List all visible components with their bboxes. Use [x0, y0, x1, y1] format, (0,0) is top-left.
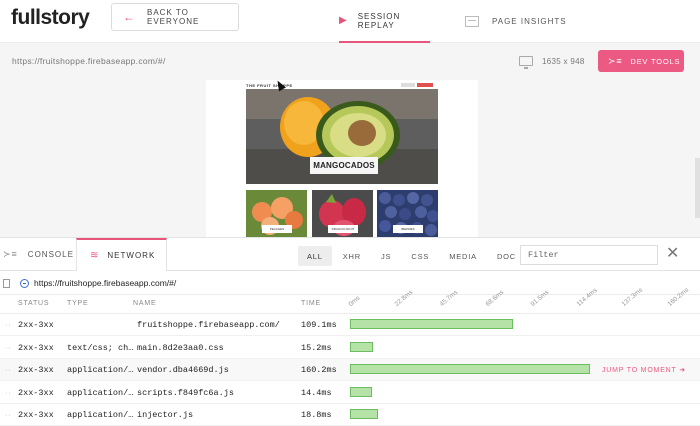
row-grip-icon: ··: [5, 322, 12, 329]
request-type-filters: ALL XHR JS CSS MEDIA DOC: [298, 246, 525, 266]
tab-session-replay[interactable]: ▶ SESSION REPLAY: [339, 0, 430, 43]
column-header-time[interactable]: TIME: [301, 300, 321, 307]
thumb-berries: BERRIES: [377, 190, 438, 237]
column-header-type[interactable]: TYPE: [67, 300, 88, 307]
request-name: injector.js: [137, 410, 194, 421]
filter-xhr[interactable]: XHR: [334, 246, 370, 266]
close-devtools-icon[interactable]: ✕: [666, 246, 679, 262]
hero-label: MANGOCADOS: [310, 157, 378, 174]
row-grip-icon: ··: [5, 367, 12, 375]
top-header: fullstory ← BACK TO EVERYONE ▶ SESSION R…: [0, 0, 700, 43]
tab-console-label: CONSOLE: [27, 250, 74, 259]
request-type: application/…: [67, 365, 133, 376]
row-grip-icon: ··: [5, 412, 12, 420]
timeline-axis: 0ms 22.8ms 45.7ms 68.6ms 91.5ms 114.4ms 137.3m…: [348, 287, 700, 312]
request-time: 18.8ms: [301, 410, 332, 421]
replay-viewport: THE FRUIT SHOPPE MANGOCADOS PEACHES DRAG…: [0, 78, 700, 237]
row-grip-icon: ··: [5, 344, 12, 352]
request-time: 14.4ms: [301, 387, 332, 398]
request-name: fruitshoppe.firebaseapp.com/: [137, 320, 280, 330]
collapse-icon[interactable]: [20, 279, 29, 288]
dev-tools-button[interactable]: ≻≡ DEV TOOLS: [598, 50, 684, 72]
site-nav: [401, 82, 437, 88]
request-status: 2xx-3xx: [18, 320, 54, 330]
page-insights-icon: [465, 16, 479, 27]
tab-console[interactable]: ≻≡ CONSOLE: [3, 238, 74, 271]
request-time: 15.2ms: [301, 342, 332, 353]
row-grip-icon: ··: [5, 389, 12, 397]
document-url: https://fruitshoppe.firebaseapp.com/#/: [34, 278, 177, 288]
request-name: main.8d2e3aa0.css: [137, 342, 224, 353]
devtools-tab-bar: ≻≡ CONSOLE ≋ NETWORK ALL XHR JS CSS MEDI…: [0, 238, 700, 271]
play-icon: ▶: [339, 15, 348, 26]
request-waterfall-bar[interactable]: [350, 386, 372, 397]
request-status: 2xx-3xx: [18, 410, 54, 421]
page-url: https://fruitshoppe.firebaseapp.com/#/: [12, 56, 166, 66]
tab-network-label: NETWORK: [107, 251, 156, 260]
request-status: 2xx-3xx: [18, 342, 54, 353]
request-row[interactable]: ·· 2xx-3xx application/… injector.js 18.8ms: [0, 404, 700, 426]
thumb-label-peaches: PEACHES: [262, 225, 292, 233]
request-waterfall-bar[interactable]: [350, 364, 590, 375]
request-type: application/…: [67, 410, 133, 421]
jump-to-moment-link[interactable]: JUMP TO MOMENT ➜: [602, 366, 686, 374]
request-waterfall-bar[interactable]: [350, 409, 379, 420]
thumb-label-berries: BERRIES: [393, 225, 423, 233]
request-status: 2xx-3xx: [18, 365, 54, 376]
filter-all[interactable]: ALL: [298, 246, 332, 266]
request-status: 2xx-3xx: [18, 387, 54, 398]
request-row[interactable]: ·· 2xx-3xx text/css; ch… main.8d2e3aa0.css 1…: [0, 337, 700, 359]
request-time: 109.1ms: [301, 320, 337, 330]
request-time: 160.2ms: [301, 365, 337, 376]
tab-page-insights-label: PAGE INSIGHTS: [492, 17, 567, 26]
dev-tools-icon: ≻≡: [608, 55, 623, 66]
tab-network[interactable]: ≋ NETWORK: [76, 238, 167, 271]
back-to-everyone-button[interactable]: ← BACK TO EVERYONE: [111, 3, 239, 31]
dev-tools-label: DEV TOOLS: [630, 56, 681, 66]
tab-session-replay-label: SESSION REPLAY: [357, 11, 401, 30]
filter-js[interactable]: JS: [372, 246, 400, 266]
url-bar: https://fruitshoppe.firebaseapp.com/#/ 1…: [0, 43, 700, 78]
tab-page-insights[interactable]: PAGE INSIGHTS: [465, 0, 567, 43]
hero-image: MANGOCADOS: [246, 89, 438, 184]
column-header-name[interactable]: NAME: [133, 300, 156, 307]
devtools-panel: ≻≡ CONSOLE ≋ NETWORK ALL XHR JS CSS MEDI…: [0, 237, 700, 426]
thumb-peaches: PEACHES: [246, 190, 307, 237]
thumb-dragon-fruit: DRAGON FRUIT: [312, 190, 373, 237]
request-name: scripts.f849fc6a.js: [137, 387, 234, 398]
side-scroll-indicator[interactable]: [695, 158, 700, 218]
request-row[interactable]: ·· 2xx-3xx application/… vendor.dba4669d.js…: [0, 359, 700, 382]
back-button-label: BACK TO EVERYONE: [147, 8, 200, 26]
timeline-tick-label: 0ms: [347, 294, 362, 308]
replay-page-frame[interactable]: THE FRUIT SHOPPE MANGOCADOS PEACHES DRAG…: [206, 80, 478, 237]
column-header-status[interactable]: STATUS: [18, 300, 49, 307]
site-cart-button: [417, 83, 433, 87]
request-waterfall-bar[interactable]: [350, 319, 514, 329]
request-type: text/css; ch…: [67, 342, 133, 353]
request-name: vendor.dba4669d.js: [137, 365, 229, 376]
thumb-label-dragon-fruit: DRAGON FRUIT: [328, 225, 358, 233]
document-icon: [3, 279, 10, 288]
filter-css[interactable]: CSS: [402, 246, 438, 266]
filter-input[interactable]: Filter: [520, 245, 658, 265]
monitor-icon: [519, 56, 533, 69]
site-nav-link: [401, 83, 415, 87]
request-type: application/…: [67, 387, 133, 398]
request-waterfall-bar[interactable]: [350, 341, 373, 352]
console-icon: ≻≡: [3, 249, 18, 259]
request-row[interactable]: ·· 2xx-3xx fruitshoppe.firebaseapp.com/109…: [0, 314, 700, 336]
fullstory-logo[interactable]: fullstory: [11, 6, 90, 30]
request-row[interactable]: ·· 2xx-3xx application/… scripts.f849fc6a.j…: [0, 382, 700, 404]
screen-resolution: 1635 x 948: [542, 57, 585, 66]
filter-media[interactable]: MEDIA: [440, 246, 486, 266]
wifi-icon: ≋: [90, 250, 100, 261]
arrow-left-icon: ←: [123, 10, 136, 24]
